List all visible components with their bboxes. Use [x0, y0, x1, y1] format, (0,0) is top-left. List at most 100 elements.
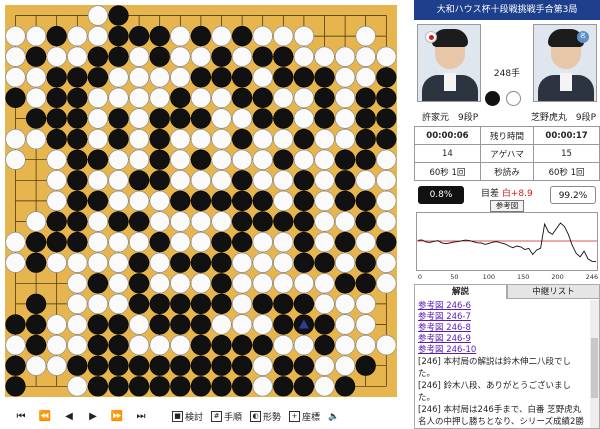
- black-stone: [108, 335, 129, 356]
- black-stone: [314, 67, 335, 88]
- first-move-button[interactable]: ⏮: [10, 408, 32, 426]
- black-stone: [314, 314, 335, 335]
- white-stone: [376, 46, 397, 67]
- tab-relay-list[interactable]: 中継リスト: [507, 284, 600, 299]
- go-board[interactable]: [5, 5, 397, 397]
- byoyomi-label: 秒読み: [479, 162, 535, 181]
- white-stone: [211, 170, 232, 191]
- x-tick-label: 200: [551, 273, 563, 280]
- white-stone: [252, 67, 273, 88]
- black-stone: [335, 149, 356, 170]
- black-player-portrait: [417, 24, 481, 102]
- white-stone: [335, 355, 356, 376]
- sound-icon[interactable]: 🔈: [328, 408, 339, 426]
- white-stone: [335, 87, 356, 108]
- white-stone: [129, 232, 150, 253]
- tab-commentary[interactable]: 解説: [414, 284, 507, 299]
- black-stone: [67, 67, 88, 88]
- white-stone: [293, 25, 315, 47]
- black-stone: [46, 108, 67, 129]
- black-stone: [293, 376, 315, 397]
- reference-link[interactable]: 参考図 246-8: [418, 323, 587, 334]
- white-stone: [5, 67, 26, 88]
- reference-link[interactable]: 参考図 246-10: [418, 345, 587, 356]
- black-stone: [232, 67, 253, 88]
- white-stone: [335, 335, 356, 356]
- match-title: 大和ハウス杯十段戦挑戦手合第3局: [414, 0, 600, 20]
- black-stone: [293, 355, 315, 376]
- black-stone: [190, 25, 211, 47]
- black-stone: [355, 211, 376, 232]
- black-stone: [67, 170, 88, 191]
- white-stone: [108, 190, 129, 211]
- back-10-button[interactable]: ⏪: [34, 408, 56, 426]
- black-stone: [46, 67, 67, 88]
- coords-button[interactable]: + 座標: [289, 408, 320, 426]
- reference-link[interactable]: 参考図 246-6: [418, 301, 587, 312]
- white-stone: [273, 87, 294, 108]
- shape-label: 形勢: [263, 413, 282, 423]
- white-stone: [67, 376, 88, 397]
- white-stone: [190, 232, 211, 253]
- white-stone: [335, 314, 356, 335]
- black-stone: [293, 170, 315, 191]
- white-stone: [87, 252, 108, 273]
- agehama-label: アゲハマ: [479, 144, 535, 163]
- black-stone: [108, 5, 129, 26]
- white-stone: [335, 46, 356, 67]
- review-label: 検討: [185, 413, 204, 423]
- black-stone: [293, 293, 315, 315]
- black-stone: [293, 67, 315, 88]
- black-stone: [108, 108, 129, 129]
- black-stone: [108, 46, 129, 67]
- white-stone: [87, 25, 108, 47]
- forward-button[interactable]: ▶: [82, 408, 104, 426]
- white-stone: [129, 335, 150, 356]
- black-stone: [190, 149, 211, 170]
- white-stone: [293, 335, 315, 356]
- black-stone: [211, 376, 232, 397]
- white-stone: [25, 67, 47, 88]
- black-stone: [355, 252, 376, 273]
- white-stone: [190, 170, 211, 191]
- black-stone: [211, 46, 232, 67]
- black-stone: [46, 129, 67, 150]
- reference-diagram-button[interactable]: 参考図: [490, 200, 524, 212]
- black-stone: [190, 293, 211, 315]
- white-stone: [252, 232, 273, 253]
- black-stone: [149, 108, 170, 129]
- black-stone: [87, 67, 108, 88]
- forward-10-button[interactable]: ⏩: [106, 408, 128, 426]
- black-win-pct: 0.8%: [418, 186, 464, 204]
- white-stone: [252, 314, 273, 335]
- reference-link[interactable]: 参考図 246-9: [418, 334, 587, 345]
- reference-link[interactable]: 参考図 246-7: [418, 312, 587, 323]
- white-stone: [335, 293, 356, 315]
- score-graph: 0 50 100 150 200 246: [416, 212, 598, 281]
- black-stone: [190, 376, 211, 397]
- review-icon: ■: [172, 411, 183, 422]
- x-tick-label: 246: [586, 273, 598, 280]
- moves-button[interactable]: # 手順: [211, 408, 242, 426]
- black-stone: [252, 190, 273, 211]
- commentary-scrollbar[interactable]: [590, 300, 599, 428]
- review-button[interactable]: ■ 検討: [172, 408, 203, 426]
- black-stone: [293, 190, 315, 211]
- white-stone: [314, 170, 335, 191]
- white-stone: [355, 25, 376, 47]
- black-stone: [355, 108, 376, 129]
- black-stone: [232, 129, 253, 150]
- white-stone: [149, 273, 170, 294]
- scrollbar-thumb[interactable]: [591, 338, 598, 398]
- last-move-button[interactable]: ⏭: [130, 408, 152, 426]
- back-button[interactable]: ◀: [58, 408, 80, 426]
- white-stone: [232, 273, 253, 294]
- white-stone: [252, 25, 273, 47]
- white-stone: [170, 46, 191, 67]
- white-stone: [25, 25, 47, 47]
- shape-button[interactable]: ◐ 形勢: [250, 408, 281, 426]
- black-stone: [67, 87, 88, 108]
- black-stone: [211, 355, 232, 376]
- black-stone: [87, 190, 108, 211]
- commentary-box[interactable]: 参考図 246-6 参考図 246-7 参考図 246-8 参考図 246-9 …: [414, 299, 600, 429]
